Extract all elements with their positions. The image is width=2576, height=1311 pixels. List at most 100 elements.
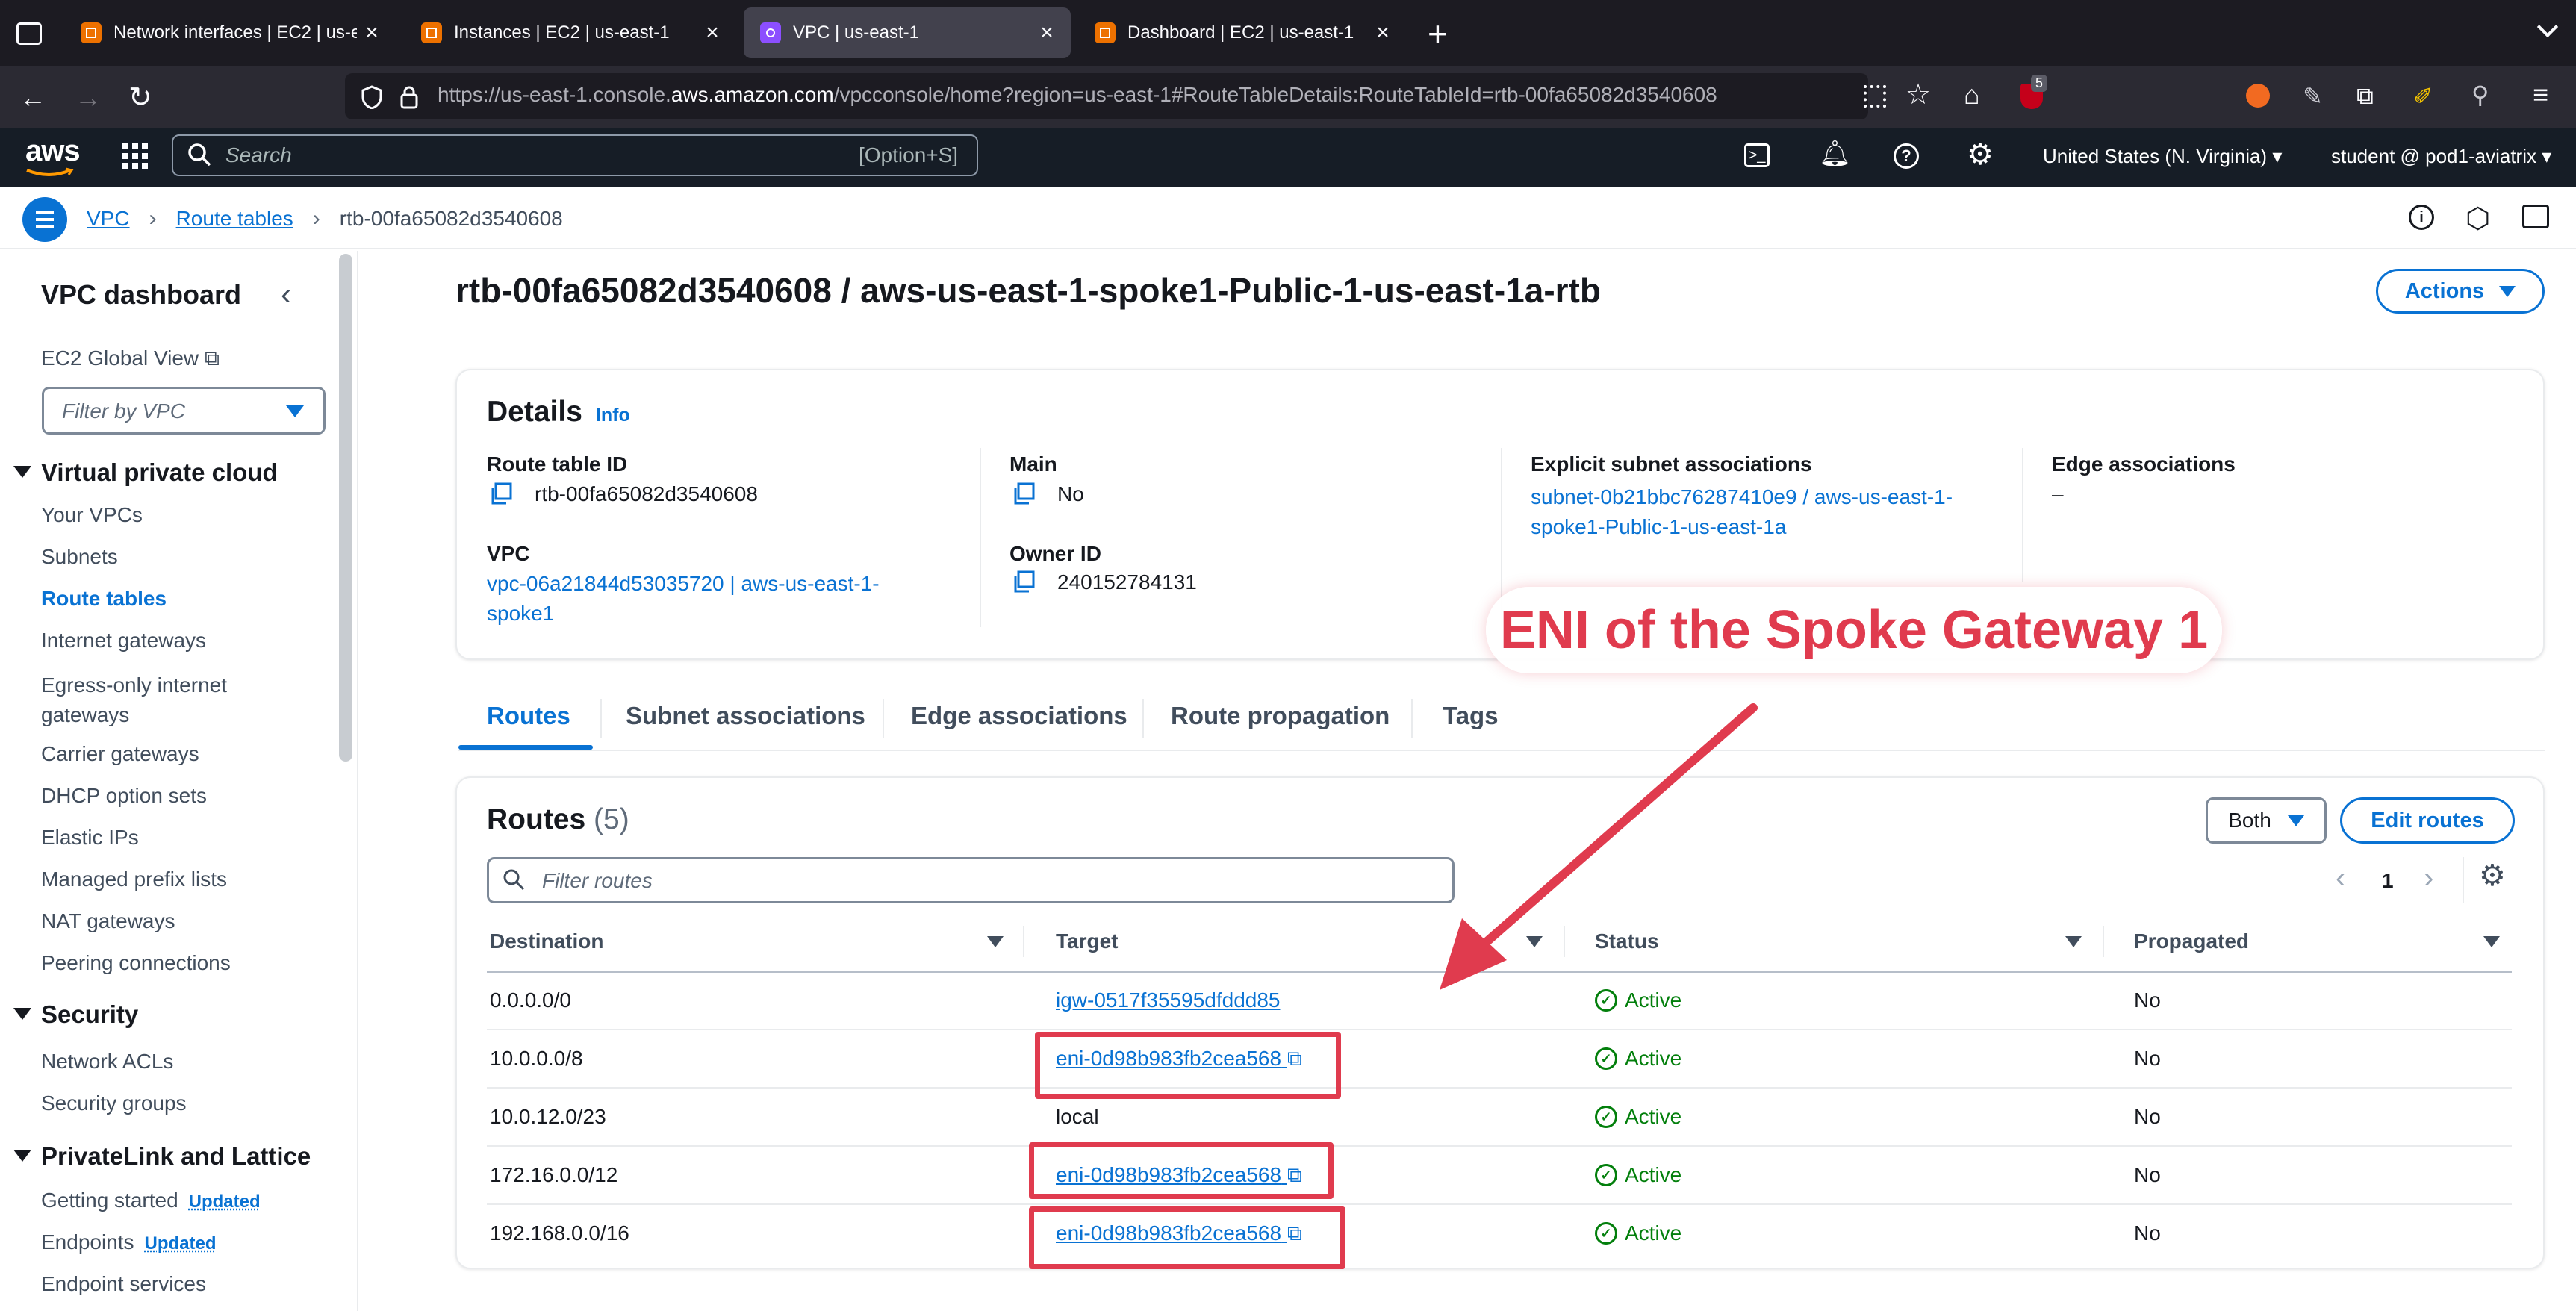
qr-code-icon[interactable] [1864,85,1886,108]
services-grid-icon[interactable] [122,143,148,169]
sidebar-section-virtual-private-cloud[interactable]: Virtual private cloud [41,458,278,487]
expand-triangle-icon[interactable] [13,466,31,478]
column-resizer[interactable] [2103,926,2104,957]
browser-tab-vpc[interactable]: VPC | us-east-1 × [744,7,1071,58]
breadcrumb: VPC › Route tables › rtb-00fa65082d35406… [87,206,563,231]
sort-caret-icon[interactable] [2483,936,2500,947]
sidebar-item-egress-only-internet-gateways[interactable]: Egress-only internet gateways [41,670,227,730]
tab-routes[interactable]: Routes [487,702,570,730]
target-link[interactable]: igw-0517f35595dfddd85 [1056,988,1280,1012]
sidebar-section-security[interactable]: Security [41,1000,138,1029]
tab-route-propagation[interactable]: Route propagation [1171,702,1390,730]
page-title: rtb-00fa65082d3540608 / aws-us-east-1-sp… [455,271,1601,310]
current-page-number[interactable]: 1 [2382,869,2394,893]
sidebar-item-dhcp-option-sets[interactable]: DHCP option sets [41,784,207,808]
column-resizer[interactable] [1023,926,1024,957]
brave-extension-icon[interactable] [2246,84,2270,108]
shield-icon[interactable] [361,85,382,109]
breadcrumb-route-tables-link[interactable]: Route tables [176,207,293,231]
feedback-hexagon-icon[interactable]: ⬡ [2465,202,2490,235]
sidebar-item-endpoint-services[interactable]: Endpoint services [41,1272,206,1296]
sidebar-item-managed-prefix-lists[interactable]: Managed prefix lists [41,868,227,891]
browser-menu-icon[interactable]: ≡ [2533,79,2548,110]
help-icon[interactable]: ? [1894,143,1919,169]
explicit-subnet-association-link[interactable]: subnet-0b21bbc76287410e9 / aws-us-east-1… [1531,482,1953,542]
close-tab-icon[interactable]: × [1368,20,1398,46]
actions-button[interactable]: Actions [2376,269,2545,314]
sidebar-item-elastic-ips[interactable]: Elastic IPs [41,826,139,850]
sidebar-section-privatelink-and-lattice[interactable]: PrivateLink and Lattice [41,1142,311,1171]
vpc-favicon-icon [760,22,781,43]
brush-extension-icon[interactable]: ✐ [2413,82,2433,110]
close-tab-icon[interactable]: × [1032,20,1062,46]
sidebar-item-network-acls[interactable]: Network ACLs [41,1050,173,1074]
extensions-puzzle-icon[interactable]: ⧉ [2356,82,2374,110]
expand-triangle-icon[interactable] [13,1150,31,1162]
sort-caret-icon[interactable] [2065,936,2082,947]
sidebar-item-internet-gateways[interactable]: Internet gateways [41,629,206,653]
side-nav-toggle-icon[interactable] [22,197,67,242]
sidebar-item-security-groups[interactable]: Security groups [41,1092,187,1115]
bookmark-star-icon[interactable]: ☆ [1905,78,1931,111]
table-settings-gear-icon[interactable]: ⚙ [2479,859,2506,893]
url-text[interactable]: https://us-east-1.console.aws.amazon.com… [438,83,1717,107]
previous-page-icon[interactable]: ‹ [2336,862,2345,895]
expand-triangle-icon[interactable] [13,1008,31,1020]
browser-tab-network-interfaces[interactable]: Network interfaces | EC2 | us-ea × [64,7,396,58]
vpc-link[interactable]: vpc-06a21844d53035720 | aws-us-east-1- sp… [487,569,880,629]
browser-tab-dashboard[interactable]: Dashboard | EC2 | us-east-1 × [1078,7,1407,58]
next-page-icon[interactable]: › [2424,862,2433,895]
notifications-bell-icon[interactable]: 🔔︎ [1819,139,1851,169]
sidebar-item-route-tables[interactable]: Route tables [41,587,167,611]
breadcrumb-vpc-link[interactable]: VPC [87,207,130,231]
collapse-sidebar-icon[interactable]: ‹ [281,276,291,312]
edit-routes-button[interactable]: Edit routes [2340,797,2515,844]
caret-down-icon [286,405,304,417]
aws-search-input[interactable] [172,134,978,176]
details-info-link[interactable]: Info [596,405,630,426]
aws-logo[interactable]: aws [25,134,81,176]
column-header-propagated[interactable]: Propagated [2134,929,2249,953]
sidebar-item-subnets[interactable]: Subnets [41,545,118,569]
ec2-favicon-icon [421,22,442,43]
search-lens-extension-icon[interactable]: ⚲ [2471,81,2489,109]
settings-gear-icon[interactable]: ⚙ [1967,137,1994,172]
sidebar-item-nat-gateways[interactable]: NAT gateways [41,909,175,933]
sort-caret-icon[interactable] [987,936,1004,947]
copy-icon[interactable] [490,482,512,505]
route-filter-select[interactable]: Both [2206,797,2327,844]
feather-extension-icon[interactable]: ✎ [2303,82,2323,110]
column-header-target[interactable]: Target [1056,929,1119,953]
tab-list-icon[interactable] [16,22,42,45]
lock-icon[interactable] [400,85,418,109]
tab-edge-associations[interactable]: Edge associations [911,702,1127,730]
account-menu[interactable]: student @ pod1-aviatrix ▾ [2331,145,2551,168]
sidebar-item-ec2-global-view[interactable]: EC2 Global View ⧉ [41,346,220,371]
copy-icon[interactable] [1012,570,1035,593]
tab-subnet-associations[interactable]: Subnet associations [626,702,865,730]
details-heading: Details Info [487,396,630,428]
forward-icon[interactable]: → [75,82,102,113]
sidebar-item-carrier-gateways[interactable]: Carrier gateways [41,742,199,766]
browser-tab-instances[interactable]: Instances | EC2 | us-east-1 × [405,7,736,58]
search-icon [502,868,526,891]
screen-panel-icon[interactable] [2522,205,2549,228]
new-tab-button[interactable]: + [1428,13,1448,54]
sidebar-item-getting-started[interactable]: Getting started Updated [41,1189,261,1212]
sidebar-scrollbar[interactable] [339,254,352,762]
sidebar-item-your-vpcs[interactable]: Your VPCs [41,503,143,527]
cloudshell-icon[interactable]: >_ [1744,143,1770,167]
column-header-destination[interactable]: Destination [490,929,603,953]
info-circle-icon[interactable]: i [2409,205,2434,230]
filter-by-vpc-select[interactable]: Filter by VPC [42,387,326,435]
copy-icon[interactable] [1012,482,1035,505]
home-icon[interactable]: ⌂ [1964,79,1980,110]
region-selector[interactable]: United States (N. Virginia) ▾ [2043,145,2282,168]
sidebar-item-peering-connections[interactable]: Peering connections [41,951,231,975]
reload-icon[interactable]: ↻ [128,81,152,114]
back-icon[interactable]: ← [19,82,46,113]
sidebar-item-endpoints[interactable]: Endpoints Updated [41,1230,217,1254]
close-tab-icon[interactable]: × [697,20,727,46]
close-tab-icon[interactable]: × [357,20,387,46]
annotation-highlight-box [1029,1142,1334,1199]
